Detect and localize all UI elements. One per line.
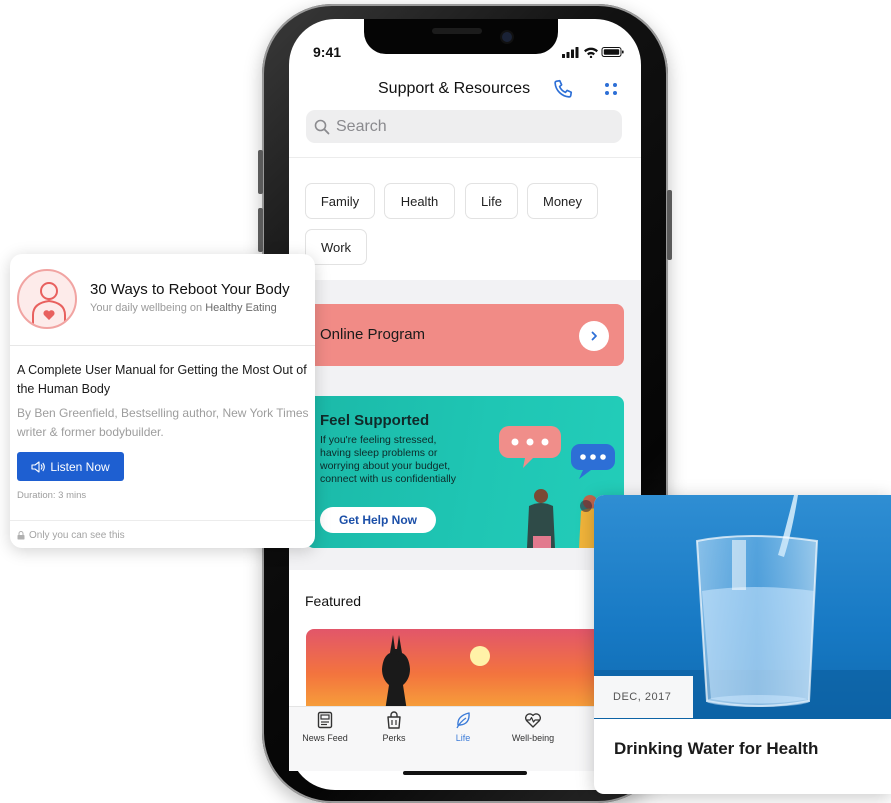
- article-author: By Ben Greenfield, Bestselling author, N…: [17, 406, 309, 439]
- article-title: Drinking Water for Health: [614, 739, 819, 758]
- volume-down-button: [258, 208, 263, 252]
- privacy-note: Only you can see this: [17, 530, 125, 541]
- article-card-water[interactable]: DEC, 2017 Drinking Water for Health: [594, 495, 891, 794]
- status-time: 9:41: [313, 44, 342, 60]
- chevron-right-icon[interactable]: [579, 321, 609, 351]
- tab-life[interactable]: Life: [428, 710, 498, 760]
- listen-now-button[interactable]: Listen Now: [17, 452, 124, 481]
- home-indicator: [403, 771, 527, 775]
- speaker-icon: [31, 460, 46, 473]
- subtitle-topic: Healthy Eating: [205, 302, 277, 314]
- tab-news-feed[interactable]: News Feed: [290, 710, 360, 760]
- speaker-grille: [432, 28, 482, 34]
- chip-work[interactable]: Work: [305, 229, 367, 265]
- audio-duration: Duration: 3 mins: [17, 490, 87, 501]
- audio-article-card[interactable]: 30 Ways to Reboot Your Body Your daily w…: [10, 254, 315, 548]
- article-date: DEC, 2017: [594, 676, 693, 718]
- newspaper-icon: [317, 711, 333, 729]
- tab-label: News Feed: [302, 733, 348, 743]
- tab-well-being[interactable]: Well-being: [498, 710, 568, 760]
- chip-money[interactable]: Money: [527, 183, 598, 219]
- card-footer-divider: [10, 520, 315, 521]
- card-divider: [10, 345, 315, 346]
- get-help-button[interactable]: Get Help Now: [320, 507, 436, 533]
- support-description: If you're feeling stressed, having sleep…: [320, 434, 456, 485]
- online-program-label: Online Program: [320, 326, 426, 343]
- header-divider: [289, 157, 641, 158]
- chip-life[interactable]: Life: [465, 183, 518, 219]
- subtitle-prefix: Your daily wellbeing on: [90, 302, 203, 314]
- body-avatar: [17, 269, 77, 329]
- privacy-label: Only you can see this: [29, 530, 125, 541]
- featured-yoga-image[interactable]: [306, 629, 624, 711]
- article-heading: A Complete User Manual for Getting the M…: [17, 363, 307, 396]
- heart-pulse-icon: [524, 713, 542, 728]
- lock-icon: [17, 531, 25, 540]
- search-placeholder: Search: [336, 117, 387, 135]
- grid-dots-icon[interactable]: [604, 82, 618, 96]
- chip-family[interactable]: Family: [305, 183, 375, 219]
- tab-perks[interactable]: Perks: [359, 710, 429, 760]
- card-subtitle: Your daily wellbeing on Healthy Eating: [90, 302, 277, 314]
- person-heart-icon: [32, 282, 66, 327]
- tab-label: Life: [455, 733, 471, 743]
- chip-health[interactable]: Health: [384, 183, 455, 219]
- front-camera: [502, 32, 512, 42]
- support-title: Feel Supported: [320, 412, 430, 429]
- yoga-silhouette: [382, 635, 490, 711]
- search-input[interactable]: Search: [306, 110, 622, 143]
- featured-heading: Featured: [305, 593, 362, 609]
- listen-now-label: Listen Now: [50, 459, 110, 474]
- tab-label: Perks: [382, 733, 406, 743]
- feel-supported-card: Feel Supported If you're feeling stresse…: [306, 396, 624, 548]
- volume-up-button: [258, 150, 263, 194]
- phone-icon[interactable]: [552, 78, 574, 100]
- phone-notch: [364, 19, 558, 54]
- page-title: Support & Resources: [378, 80, 531, 97]
- status-icons: [562, 47, 624, 58]
- leaf-icon: [456, 712, 470, 729]
- search-icon: [314, 119, 330, 134]
- online-program-banner[interactable]: Online Program: [306, 304, 624, 366]
- tab-label: Well-being: [511, 733, 555, 743]
- power-button: [667, 190, 672, 260]
- shopping-bag-icon: [387, 711, 401, 729]
- card-title: 30 Ways to Reboot Your Body: [90, 281, 290, 298]
